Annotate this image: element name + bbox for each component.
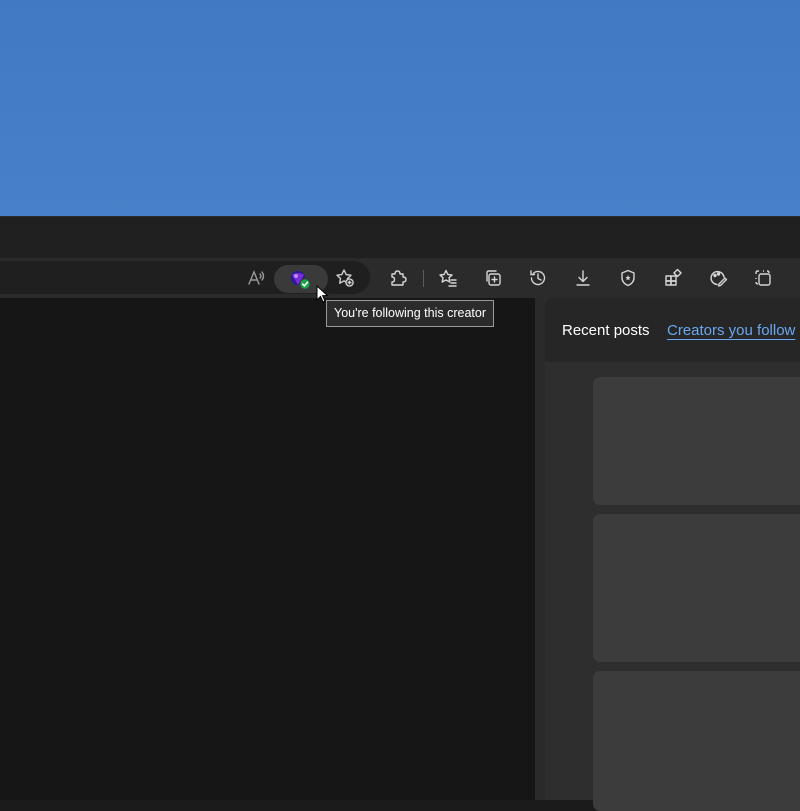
creators-side-panel: Recent posts Creators you follow	[545, 298, 800, 811]
creator-card[interactable]	[593, 377, 800, 505]
side-panel-header: Recent posts Creators you follow	[545, 298, 800, 362]
tab-creators-you-follow[interactable]: Creators you follow	[667, 322, 795, 339]
read-aloud-icon[interactable]	[242, 264, 270, 292]
creator-following-icon	[289, 269, 311, 291]
tab-strip[interactable]	[0, 216, 800, 259]
follow-tooltip: You're following this creator	[326, 300, 495, 327]
creator-card[interactable]	[593, 671, 800, 811]
screenshot-icon[interactable]	[748, 263, 778, 293]
tab-recent-posts[interactable]: Recent posts	[562, 322, 650, 339]
desktop-background	[0, 0, 800, 217]
page-content[interactable]	[0, 298, 535, 800]
favorites-icon[interactable]	[433, 263, 463, 293]
add-favorite-icon[interactable]	[331, 264, 359, 292]
copilot-icon[interactable]	[703, 263, 733, 293]
address-bar[interactable]	[0, 261, 370, 294]
creator-card[interactable]	[593, 514, 800, 662]
browser-toolbar	[0, 258, 800, 298]
apps-icon[interactable]	[658, 263, 688, 293]
panel-divider[interactable]	[535, 298, 545, 800]
extensions-icon[interactable]	[383, 263, 413, 293]
toolbar-separator	[423, 270, 424, 287]
downloads-icon[interactable]	[568, 263, 598, 293]
collections-icon[interactable]	[478, 263, 508, 293]
history-icon[interactable]	[523, 263, 553, 293]
mouse-cursor-icon	[316, 285, 330, 305]
browser-essentials-icon[interactable]	[613, 263, 643, 293]
